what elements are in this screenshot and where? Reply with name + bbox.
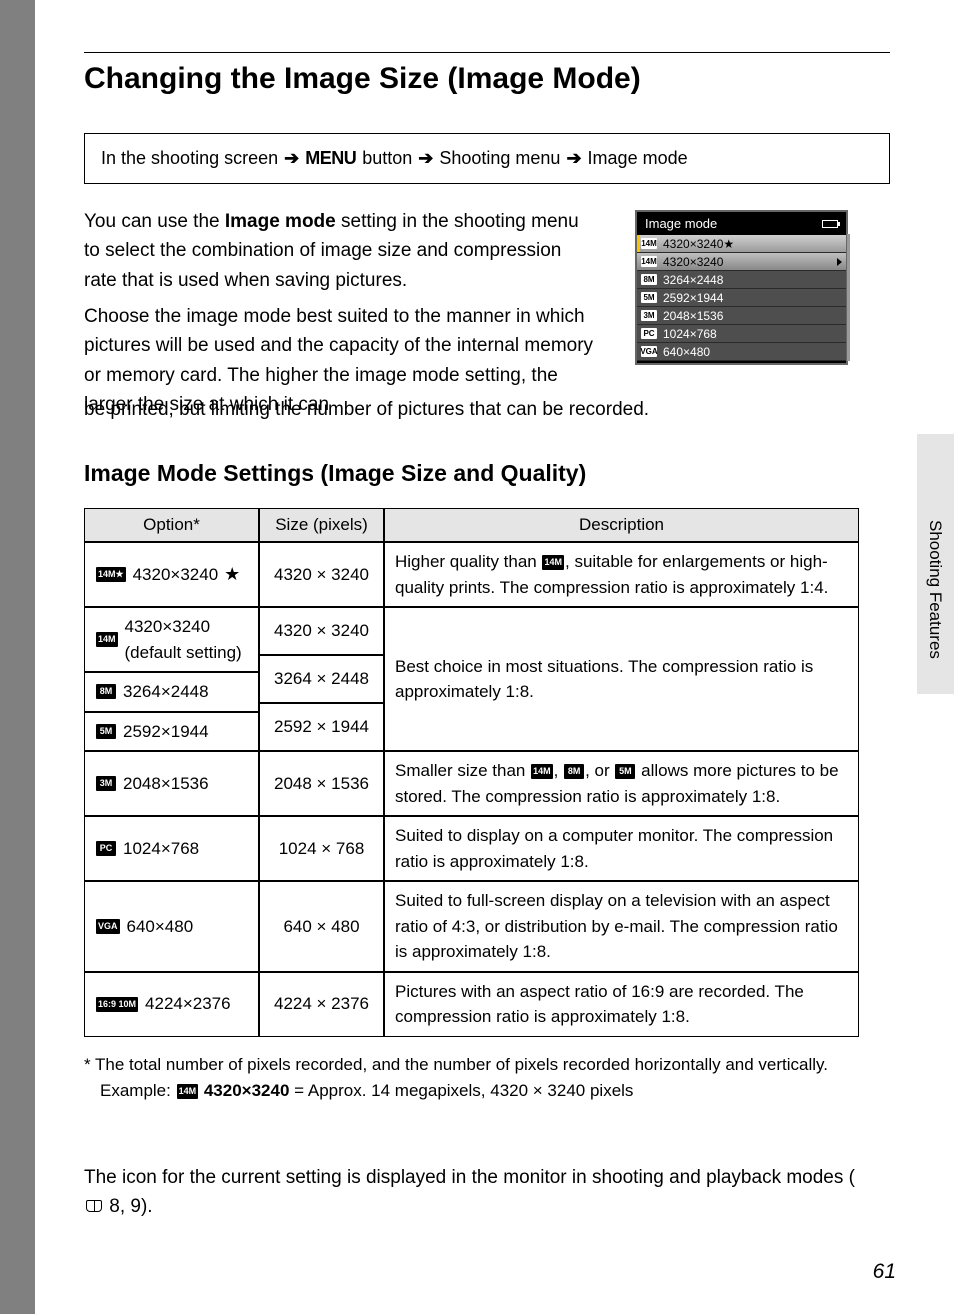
- body-paragraph: You can use the Image mode setting in th…: [84, 207, 594, 295]
- breadcrumb-step: Shooting menu: [439, 148, 560, 169]
- mode-icon: 16:9 10M: [96, 997, 138, 1012]
- desc-cell: Smaller size than 14M, 8M, or 5M allows …: [384, 751, 859, 816]
- size-cell: 3264 × 2448: [259, 655, 384, 703]
- option-cell: 14M 4320×3240(default setting): [84, 607, 259, 672]
- header-rule: [84, 52, 890, 53]
- size-cell: 4320 × 3240: [259, 607, 384, 655]
- breadcrumb-step: Image mode: [588, 148, 688, 169]
- mode-icon: VGA: [96, 919, 120, 934]
- mode-icon: PC: [641, 328, 657, 339]
- lcd-row: 14M 4320×3240★: [637, 235, 846, 253]
- mode-icon: 14M: [96, 632, 118, 647]
- mode-icon: VGA: [641, 346, 657, 357]
- page-number: 61: [873, 1260, 896, 1284]
- lcd-row-label: 640×480: [663, 345, 710, 359]
- table-header: Size (pixels): [259, 508, 384, 542]
- option-cell: 16:9 10M 4224×2376: [84, 972, 259, 1037]
- desc-cell: Suited to full-screen display on a telev…: [384, 881, 859, 972]
- footnote: * The total number of pixels recorded, a…: [84, 1052, 859, 1103]
- arrow-icon: ➔: [566, 148, 581, 169]
- mode-icon: 8M: [96, 684, 116, 699]
- mode-icon: 3M: [641, 310, 657, 321]
- scrollbar: [847, 234, 850, 361]
- option-cell: 14M★ 4320×3240★: [84, 542, 259, 607]
- battery-icon: [822, 220, 838, 228]
- lcd-preview: Image mode 14M 4320×3240★ 14M 4320×3240 …: [635, 210, 848, 365]
- table-row-group: 14M 4320×3240(default setting) 8M 3264×2…: [84, 607, 859, 751]
- desc-cell: Pictures with an aspect ratio of 16:9 ar…: [384, 972, 859, 1037]
- option-cell: PC 1024×768: [84, 816, 259, 881]
- mode-icon: 8M: [564, 764, 584, 779]
- mode-icon: 14M: [641, 238, 657, 249]
- lcd-row-label: 1024×768: [663, 327, 717, 341]
- mode-icon: 5M: [615, 764, 635, 779]
- mode-icon: 3M: [96, 776, 116, 791]
- mode-icon: 14M★: [96, 567, 126, 582]
- table-row: 16:9 10M 4224×2376 4224 × 2376 Pictures …: [84, 972, 859, 1037]
- arrow-icon: ➔: [284, 148, 299, 169]
- size-cell: 2592 × 1944: [259, 703, 384, 751]
- table-header: Option*: [84, 508, 259, 542]
- breadcrumb: In the shooting screen ➔ MENU button ➔ S…: [84, 133, 890, 184]
- desc-cell: Suited to display on a computer monitor.…: [384, 816, 859, 881]
- mode-icon: 5M: [96, 724, 116, 739]
- mode-icon: 14M: [542, 555, 564, 570]
- settings-table: Option* Size (pixels) Description 14M★ 4…: [84, 508, 859, 1037]
- table-row: PC 1024×768 1024 × 768 Suited to display…: [84, 816, 859, 881]
- table-row: VGA 640×480 640 × 480 Suited to full-scr…: [84, 881, 859, 972]
- lcd-row: VGA 640×480: [637, 343, 846, 361]
- caret-icon: [837, 258, 842, 266]
- section-heading: Image Mode Settings (Image Size and Qual…: [84, 460, 586, 487]
- menu-button-label: MENU: [305, 148, 356, 169]
- desc-cell: Best choice in most situations. The comp…: [384, 607, 859, 751]
- table-header: Description: [384, 508, 859, 542]
- table-row: 14M★ 4320×3240★ 4320 × 3240 Higher quali…: [84, 542, 859, 607]
- mode-icon: 14M: [641, 256, 657, 267]
- star-icon: ★: [224, 561, 240, 588]
- lcd-row-label: 3264×2448: [663, 273, 723, 287]
- body-paragraph: be printed, but limiting the number of p…: [84, 395, 844, 424]
- mode-icon: 14M: [177, 1084, 199, 1099]
- mode-icon: 5M: [641, 292, 657, 303]
- size-cell: 4320 × 3240: [259, 542, 384, 607]
- lcd-row-label: 4320×3240: [663, 255, 723, 269]
- option-cell: 8M 3264×2448: [84, 672, 259, 712]
- lcd-row-label: 4320×3240★: [663, 237, 734, 251]
- table-row: 3M 2048×1536 2048 × 1536 Smaller size th…: [84, 751, 859, 816]
- lcd-row: 8M 3264×2448: [637, 271, 846, 289]
- mode-icon: PC: [96, 841, 116, 856]
- option-cell: VGA 640×480: [84, 881, 259, 972]
- lcd-title: Image mode: [645, 216, 717, 231]
- desc-cell: Higher quality than 14M, suitable for en…: [384, 542, 859, 607]
- lcd-row: 14M 4320×3240: [637, 253, 846, 271]
- closing-paragraph: The icon for the current setting is disp…: [84, 1164, 859, 1221]
- page-title: Changing the Image Size (Image Mode): [84, 62, 641, 96]
- size-cell: 1024 × 768: [259, 816, 384, 881]
- lcd-row-label: 2048×1536: [663, 309, 723, 323]
- size-cell: 2048 × 1536: [259, 751, 384, 816]
- size-cell: 640 × 480: [259, 881, 384, 972]
- mode-icon: 14M: [531, 764, 553, 779]
- lcd-row: PC 1024×768: [637, 325, 846, 343]
- lcd-row: 5M 2592×1944: [637, 289, 846, 307]
- side-label: Shooting Features: [925, 520, 945, 659]
- option-cell: 5M 2592×1944: [84, 712, 259, 752]
- lcd-row-label: 2592×1944: [663, 291, 723, 305]
- manual-page: Changing the Image Size (Image Mode) In …: [35, 0, 954, 1314]
- book-icon: [86, 1200, 102, 1212]
- breadcrumb-step: In the shooting screen: [101, 148, 278, 169]
- lcd-row: 3M 2048×1536: [637, 307, 846, 325]
- arrow-icon: ➔: [418, 148, 433, 169]
- table-header-row: Option* Size (pixels) Description: [84, 508, 859, 542]
- option-cell: 3M 2048×1536: [84, 751, 259, 816]
- breadcrumb-step: button: [362, 148, 412, 169]
- size-cell: 4224 × 2376: [259, 972, 384, 1037]
- mode-icon: 8M: [641, 274, 657, 285]
- lcd-header: Image mode: [637, 212, 846, 235]
